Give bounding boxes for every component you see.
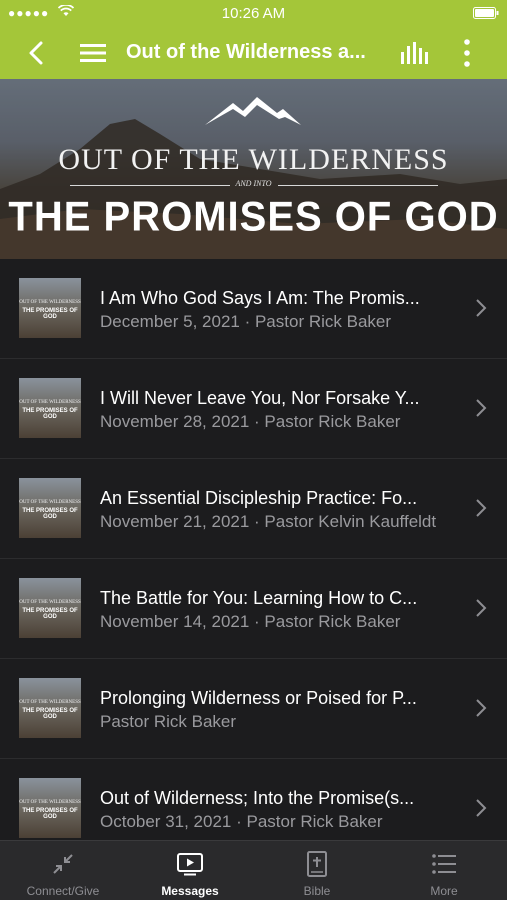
message-subtitle: October 31, 2021 · Pastor Rick Baker: [100, 812, 383, 831]
chevron-right-icon: [476, 699, 487, 717]
chevron-right-icon: [476, 599, 487, 617]
message-row[interactable]: OUT OF THE WILDERNESS THE PROMISES OF GO…: [0, 259, 507, 359]
message-row[interactable]: OUT OF THE WILDERNESS THE PROMISES OF GO…: [0, 759, 507, 840]
message-title: I Will Never Leave You, Nor Forsake Y...: [100, 388, 420, 408]
message-title: The Battle for You: Learning How to C...: [100, 588, 418, 608]
audio-waveform-icon[interactable]: [400, 40, 430, 66]
message-thumbnail: OUT OF THE WILDERNESS THE PROMISES OF GO…: [19, 278, 81, 338]
message-subtitle: November 21, 2021 · Pastor Kelvin Kauffe…: [100, 512, 437, 531]
thumbnail-line1: OUT OF THE WILDERNESS: [19, 300, 81, 305]
message-subtitle: Pastor Rick Baker: [100, 712, 237, 731]
message-row[interactable]: OUT OF THE WILDERNESS THE PROMISES OF GO…: [0, 459, 507, 559]
chevron-right-icon: [476, 299, 487, 317]
hero-title-line2: THE PROMISES OF GOD: [8, 193, 499, 241]
video-play-icon: [177, 853, 203, 876]
message-list: OUT OF THE WILDERNESS THE PROMISES OF GO…: [0, 259, 507, 840]
chevron-right-icon: [476, 499, 487, 517]
nav-bar: Out of the Wilderness a...: [0, 26, 507, 79]
battery-icon: [473, 7, 499, 19]
tab-connect-give[interactable]: Connect/Give: [0, 841, 126, 900]
hero-and-into: AND INTO: [235, 179, 272, 188]
series-hero-banner: OUT OF THE WILDERNESS AND INTO THE PROMI…: [0, 79, 507, 259]
message-title: Out of Wilderness; Into the Promise(s...: [100, 788, 415, 808]
thumbnail-line2: THE PROMISES OF GOD: [22, 508, 78, 520]
more-vertical-icon[interactable]: [460, 38, 474, 68]
message-title: Prolonging Wilderness or Poised for P...: [100, 688, 417, 708]
tab-messages[interactable]: Messages: [127, 841, 253, 900]
message-title: An Essential Discipleship Practice: Fo..…: [100, 488, 418, 508]
thumbnail-line2: THE PROMISES OF GOD: [22, 608, 78, 620]
thumbnail-line1: OUT OF THE WILDERNESS: [19, 400, 81, 405]
tab-bible[interactable]: Bible: [254, 841, 380, 900]
thumbnail-line1: OUT OF THE WILDERNESS: [19, 600, 81, 605]
thumbnail-line1: OUT OF THE WILDERNESS: [19, 500, 81, 505]
message-thumbnail: OUT OF THE WILDERNESS THE PROMISES OF GO…: [19, 578, 81, 638]
thumbnail-line1: OUT OF THE WILDERNESS: [19, 700, 81, 705]
hero-divider-right: [278, 185, 438, 186]
thumbnail-line2: THE PROMISES OF GOD: [22, 408, 78, 420]
list-icon: [432, 854, 456, 874]
message-thumbnail: OUT OF THE WILDERNESS THE PROMISES OF GO…: [19, 378, 81, 438]
mountain-logo-icon: [205, 97, 301, 125]
thumbnail-line2: THE PROMISES OF GOD: [22, 308, 78, 320]
message-title: I Am Who God Says I Am: The Promis...: [100, 288, 420, 308]
arrows-collapse-icon: [53, 854, 73, 874]
status-bar: ●●●●● 10:26 AM: [0, 0, 507, 26]
chevron-right-icon: [476, 399, 487, 417]
message-thumbnail: OUT OF THE WILDERNESS THE PROMISES OF GO…: [19, 778, 81, 838]
hero-title-line1: OUT OF THE WILDERNESS: [58, 143, 449, 176]
hamburger-menu-icon[interactable]: [80, 42, 106, 64]
thumbnail-line1: OUT OF THE WILDERNESS: [19, 800, 81, 805]
tab-label: Messages: [161, 884, 219, 898]
tab-bar: Connect/Give Messages Bible More: [0, 840, 507, 900]
page-title: Out of the Wilderness a...: [126, 41, 366, 63]
message-thumbnail: OUT OF THE WILDERNESS THE PROMISES OF GO…: [19, 478, 81, 538]
tab-label: More: [430, 884, 458, 898]
chevron-right-icon: [476, 799, 487, 817]
message-subtitle: November 28, 2021 · Pastor Rick Baker: [100, 412, 401, 431]
message-row[interactable]: OUT OF THE WILDERNESS THE PROMISES OF GO…: [0, 659, 507, 759]
back-arrow-icon[interactable]: [26, 40, 48, 66]
message-thumbnail: OUT OF THE WILDERNESS THE PROMISES OF GO…: [19, 678, 81, 738]
bible-icon: [307, 851, 327, 877]
status-time: 10:26 AM: [221, 5, 286, 22]
tab-more[interactable]: More: [381, 841, 507, 900]
tab-label: Connect/Give: [26, 884, 100, 898]
thumbnail-line2: THE PROMISES OF GOD: [22, 708, 78, 720]
message-row[interactable]: OUT OF THE WILDERNESS THE PROMISES OF GO…: [0, 359, 507, 459]
tab-label: Bible: [303, 884, 331, 898]
message-subtitle: December 5, 2021 · Pastor Rick Baker: [100, 312, 392, 331]
message-subtitle: November 14, 2021 · Pastor Rick Baker: [100, 612, 401, 631]
thumbnail-line2: THE PROMISES OF GOD: [22, 808, 78, 820]
message-row[interactable]: OUT OF THE WILDERNESS THE PROMISES OF GO…: [0, 559, 507, 659]
